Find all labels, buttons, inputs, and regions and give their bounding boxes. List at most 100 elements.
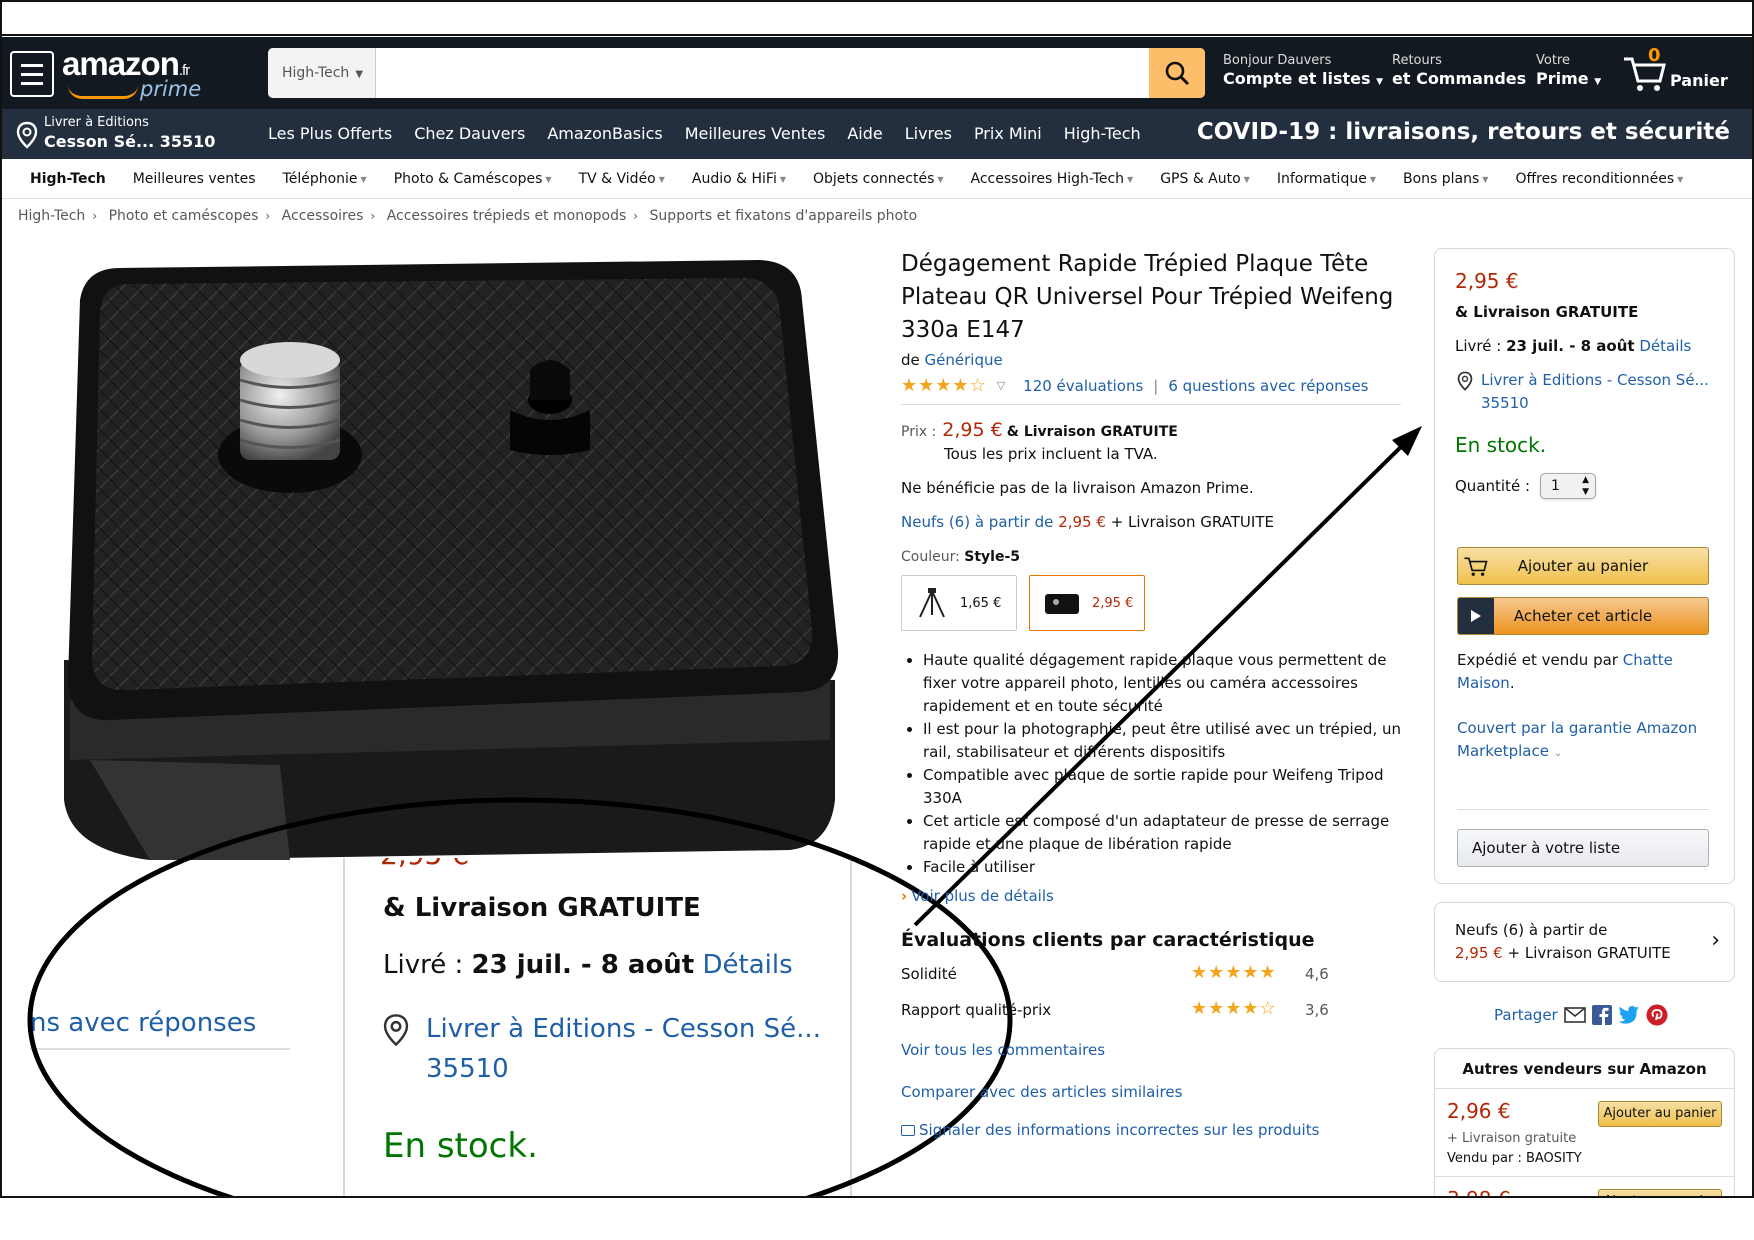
subnav-item[interactable]: Téléphonie ▼ [283, 171, 367, 187]
nav-link[interactable]: High-Tech [1064, 124, 1141, 143]
criterion-row: Rapport qualité-prix ★★★★☆ 3,6 [901, 998, 1329, 1019]
swatch-option[interactable]: 1,65 € [901, 575, 1017, 631]
subnav-item[interactable]: Photo & Caméscopes ▼ [394, 171, 552, 187]
offer-add-to-cart-button[interactable]: Ajouter au panier [1598, 1101, 1722, 1127]
share-row: Partager [1494, 1004, 1668, 1026]
search-icon [1165, 61, 1190, 86]
chevron-right-icon: › [1711, 928, 1720, 953]
search-category-select[interactable]: High-Tech ▼ [268, 48, 376, 98]
subnav-item[interactable]: Audio & HiFi ▼ [692, 171, 786, 187]
cart-label: Panier [1670, 71, 1728, 90]
nav-link[interactable]: Chez Dauvers [414, 124, 525, 143]
chevron-down-icon[interactable]: ▽ [997, 379, 1005, 392]
all-reviews-link[interactable]: Voir tous les commentaires [901, 1041, 1401, 1059]
subnav-item[interactable]: Accessoires High-Tech ▼ [971, 171, 1134, 187]
amazon-logo[interactable]: amazon.fr prime [62, 45, 212, 101]
compare-link[interactable]: Comparer avec des articles similaires [901, 1083, 1401, 1101]
quantity-select[interactable]: 1 ▲ ▼ [1540, 473, 1596, 499]
subnav-item[interactable]: Informatique ▼ [1277, 171, 1376, 187]
subnav-item[interactable]: Objets connectés ▼ [813, 171, 944, 187]
questions-link[interactable]: 6 questions avec réponses [1168, 377, 1368, 395]
zoom-address-link[interactable]: Livrer à Editions - Cesson Sé... 35510 [426, 1009, 821, 1089]
criterion-stars-icon: ★★★★★ [1191, 962, 1277, 983]
returns-orders-link[interactable]: Retours et Commandes [1392, 53, 1526, 88]
criterion-stars-icon: ★★★★☆ [1191, 998, 1277, 1019]
nav-link[interactable]: AmazonBasics [547, 124, 662, 143]
product-details: Dégagement Rapide Trépied Plaque Tête Pl… [901, 248, 1401, 1139]
share-label[interactable]: Partager [1494, 1006, 1558, 1024]
stock-status: En stock. [1455, 433, 1547, 457]
prime-menu[interactable]: Votre Prime ▼ [1536, 53, 1601, 88]
buybox-shipping: & Livraison GRATUITE [1455, 303, 1639, 321]
zoom-stock-status: En stock. [383, 1126, 538, 1166]
price-row: Prix :2,95 € & Livraison GRATUITE [901, 419, 1178, 441]
nav-link[interactable]: Meilleures Ventes [685, 124, 826, 143]
header-main: amazon.fr prime High-Tech ▼ Bonjour Dauve… [2, 37, 1752, 109]
zoom-shipping: & Livraison GRATUITE [383, 893, 701, 923]
breadcrumb-item[interactable]: Photo et caméscopes [109, 208, 259, 224]
tva-note: Tous les prix incluent la TVA. [944, 445, 1158, 463]
guarantee-link[interactable]: Couvert par la garantie Amazon Marketpla… [1457, 717, 1709, 765]
brand-link[interactable]: Générique [925, 351, 1003, 369]
breadcrumb-item[interactable]: Supports et fixatons d'appareils photo [650, 208, 918, 224]
subnav-item[interactable]: Offres reconditionnées ▼ [1515, 171, 1683, 187]
zoom-details-link[interactable]: Détails [703, 950, 793, 980]
covid-banner-link[interactable]: COVID-19 : livraisons, retours et sécuri… [1197, 119, 1730, 145]
buy-now-button[interactable]: Acheter cet article [1457, 597, 1709, 635]
feature-bullet: Facile à utiliser [923, 856, 1401, 879]
feature-bullet: Cet article est composé d'un adaptateur … [923, 810, 1401, 856]
criterion-row: Solidité ★★★★★ 4,6 [901, 962, 1329, 983]
more-details-link[interactable]: › Voir plus de détails [901, 887, 1401, 905]
buybox-address-link[interactable]: Livrer à Editions - Cesson Sé... 35510 [1455, 369, 1714, 415]
breadcrumb-item[interactable]: Accessoires trépieds et monopods [387, 208, 627, 224]
subnav-item[interactable]: TV & Vidéo ▼ [579, 171, 665, 187]
subnav-item[interactable]: Meilleures ventes [133, 171, 256, 187]
zoom-inset: 2,95 € & Livraison GRATUITE Livré : 23 j… [0, 858, 860, 1238]
price: 2,95 € [942, 419, 1003, 441]
menu-icon[interactable] [10, 51, 54, 97]
search-button[interactable] [1149, 48, 1205, 98]
nav-link[interactable]: Livres [905, 124, 952, 143]
zoom-delivery-date: Livré : 23 juil. - 8 août Détails [383, 950, 793, 980]
buybox-delivery-date: Livré : 23 juil. - 8 août Détails [1455, 337, 1692, 355]
color-label: Couleur: Style-5 [901, 549, 1021, 565]
new-offers-line: Neufs (6) à partir de 2,95 € + Livraison… [901, 513, 1274, 531]
cart-button[interactable]: 0 Panier [1622, 45, 1742, 97]
pinterest-icon[interactable] [1646, 1004, 1668, 1026]
add-to-list-button[interactable]: Ajouter à votre liste [1457, 829, 1709, 867]
other-sellers-heading: Autres vendeurs sur Amazon [1435, 1049, 1734, 1089]
subnav-item[interactable]: Bons plans ▼ [1403, 171, 1488, 187]
feature-bullet: Haute qualité dégagement rapide plaque v… [923, 649, 1401, 718]
breadcrumb-item[interactable]: High-Tech [18, 208, 85, 224]
twitter-icon[interactable] [1618, 1005, 1640, 1025]
nav-link[interactable]: Prix Mini [974, 124, 1042, 143]
add-to-cart-button[interactable]: Ajouter au panier [1457, 547, 1709, 585]
report-link[interactable]: Signaler des informations incorrectes su… [901, 1121, 1401, 1139]
ratings-count-link[interactable]: 120 évaluations [1023, 377, 1143, 395]
search-input[interactable] [378, 48, 1138, 98]
details-link[interactable]: Détails [1639, 337, 1691, 355]
eval-heading: Évaluations clients par caractéristique [901, 929, 1315, 951]
cart-count: 0 [1648, 45, 1661, 66]
swatch-option-selected[interactable]: 2,95 € [1029, 575, 1145, 631]
breadcrumb-item[interactable]: Accessoires [282, 208, 364, 224]
bottom-blank-strip [0, 1196, 1754, 1240]
subnav-item[interactable]: GPS & Auto ▼ [1160, 171, 1250, 187]
new-offers-link[interactable]: Neufs (6) à partir de 2,95 € [901, 513, 1106, 531]
new-offers-box[interactable]: Neufs (6) à partir de 2,95 € + Livraison… [1434, 902, 1735, 982]
color-swatches: 1,65 € 2,95 € [901, 575, 1401, 631]
other-sellers-box: Autres vendeurs sur Amazon 2,96 € + Livr… [1434, 1048, 1735, 1208]
email-icon[interactable] [1563, 1006, 1586, 1024]
facebook-icon[interactable] [1591, 1005, 1612, 1025]
rating-stars-icon[interactable]: ★★★★☆ [901, 375, 987, 396]
no-prime-note: Ne bénéficie pas de la livraison Amazon … [901, 479, 1254, 497]
subnav-item[interactable]: High-Tech [30, 171, 106, 187]
play-icon [1471, 610, 1481, 622]
product-image[interactable] [30, 260, 870, 900]
brand-line: de Générique [901, 351, 1003, 369]
nav-link[interactable]: Aide [847, 124, 882, 143]
account-menu[interactable]: Bonjour Dauvers Compte et listes ▼ [1223, 53, 1383, 88]
location-pin-icon [16, 121, 38, 149]
nav-link[interactable]: Les Plus Offerts [268, 124, 392, 143]
zoom-questions-link[interactable]: ns avec réponses [30, 1008, 256, 1038]
